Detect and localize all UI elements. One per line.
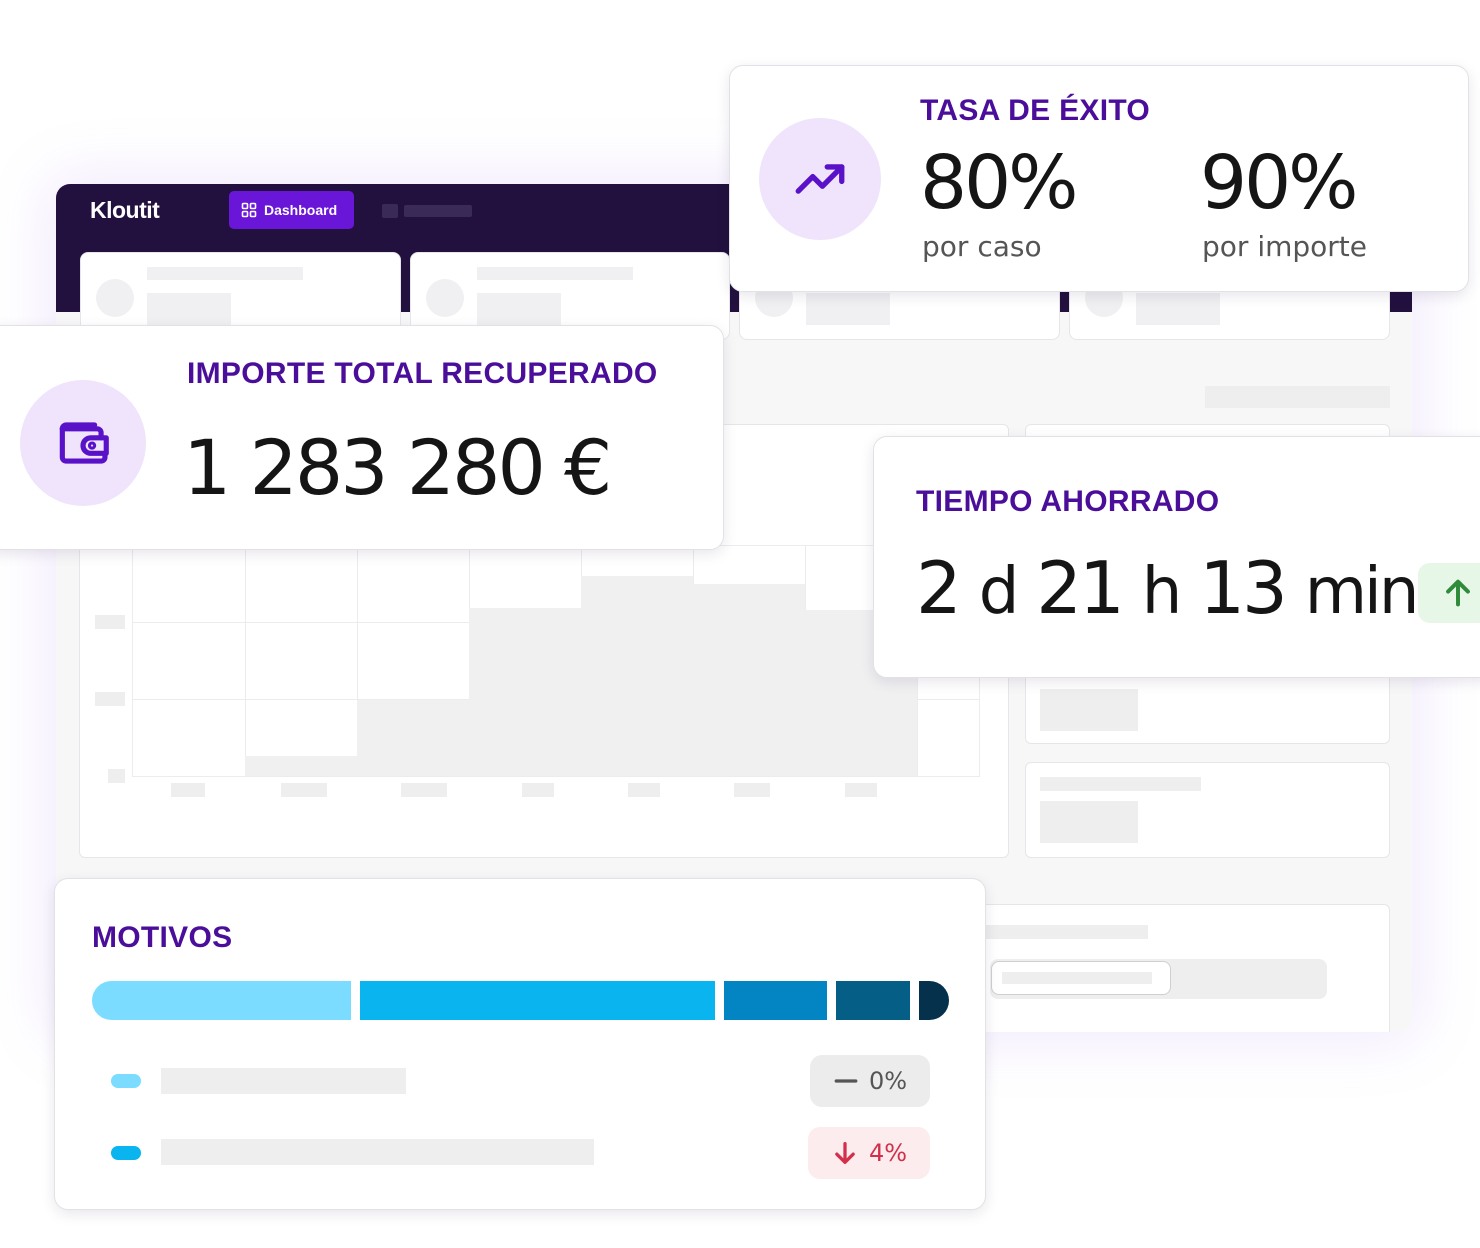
total-recovered-card: IMPORTE TOTAL RECUPERADO 1 283 280 € xyxy=(0,325,724,550)
reason-1-change-badge: 0% xyxy=(810,1055,930,1107)
nav-dashboard-label: Dashboard xyxy=(264,202,338,218)
time-saved-card: TIEMPO AHORRADO 2 d 21 h 13 min xyxy=(873,436,1480,678)
time-saved-hours-unit: h xyxy=(1141,555,1183,629)
time-saved-title: TIEMPO AHORRADO xyxy=(916,485,1220,518)
time-saved-days: 2 xyxy=(916,546,962,630)
nav-dashboard-button[interactable]: Dashboard xyxy=(229,191,354,229)
side-panel xyxy=(1025,762,1390,858)
time-saved-value: 2 d 21 h 13 min xyxy=(916,552,1419,624)
reasons-bar-segment-1 xyxy=(92,981,352,1020)
time-saved-minutes-unit: min xyxy=(1304,555,1420,629)
reason-1-label-placeholder xyxy=(161,1068,406,1094)
time-saved-hours: 21 xyxy=(1036,546,1125,630)
arrow-up-icon xyxy=(1446,579,1470,607)
wallet-icon xyxy=(59,422,109,464)
success-rate-by-case-value: 80% xyxy=(920,140,1078,226)
reasons-bar-segment-4 xyxy=(836,981,910,1020)
time-saved-days-unit: d xyxy=(978,555,1020,629)
reasons-bar-segment-2 xyxy=(360,981,715,1020)
nav-item-placeholder[interactable] xyxy=(404,205,472,217)
success-rate-by-amount-label: por importe xyxy=(1202,230,1367,263)
total-recovered-icon-circle xyxy=(20,380,146,506)
success-rate-title: TASA DE ÉXITO xyxy=(920,94,1151,127)
filter-input-placeholder[interactable] xyxy=(991,961,1171,995)
reasons-bar-segment-5 xyxy=(918,981,949,1020)
reasons-title: MOTIVOS xyxy=(92,921,233,954)
success-rate-by-case-label: por caso xyxy=(922,230,1042,263)
brand-logo[interactable]: Kloutit xyxy=(90,197,160,224)
time-saved-minutes: 13 xyxy=(1199,546,1288,630)
reasons-bar-segment-3 xyxy=(723,981,828,1020)
success-rate-icon-circle xyxy=(759,118,881,240)
success-rate-card: TASA DE ÉXITO 80% por caso 90% por impor… xyxy=(729,65,1469,292)
dashboard-grid-icon xyxy=(241,202,257,218)
success-rate-by-amount-value: 90% xyxy=(1200,140,1358,226)
reason-2-change-value: 4% xyxy=(868,1139,908,1167)
reason-2-color-dot xyxy=(111,1146,141,1160)
time-saved-trend-badge xyxy=(1418,563,1480,623)
reasons-card: MOTIVOS 0% 4% xyxy=(54,878,986,1210)
total-recovered-title: IMPORTE TOTAL RECUPERADO xyxy=(187,357,658,390)
reason-2-change-badge: 4% xyxy=(808,1127,930,1179)
nav-item-placeholder-icon[interactable] xyxy=(382,204,398,218)
chart-grid xyxy=(132,545,980,777)
reason-1-color-dot xyxy=(111,1074,141,1088)
reason-1-change-value: 0% xyxy=(868,1067,908,1095)
date-filter-placeholder[interactable] xyxy=(1205,386,1390,408)
arrow-down-icon xyxy=(835,1142,855,1164)
reason-2-label-placeholder xyxy=(161,1139,594,1165)
total-recovered-value: 1 283 280 € xyxy=(183,423,612,512)
reasons-stacked-bar xyxy=(92,981,949,1020)
minus-icon xyxy=(834,1079,858,1083)
trending-up-icon xyxy=(795,164,845,194)
